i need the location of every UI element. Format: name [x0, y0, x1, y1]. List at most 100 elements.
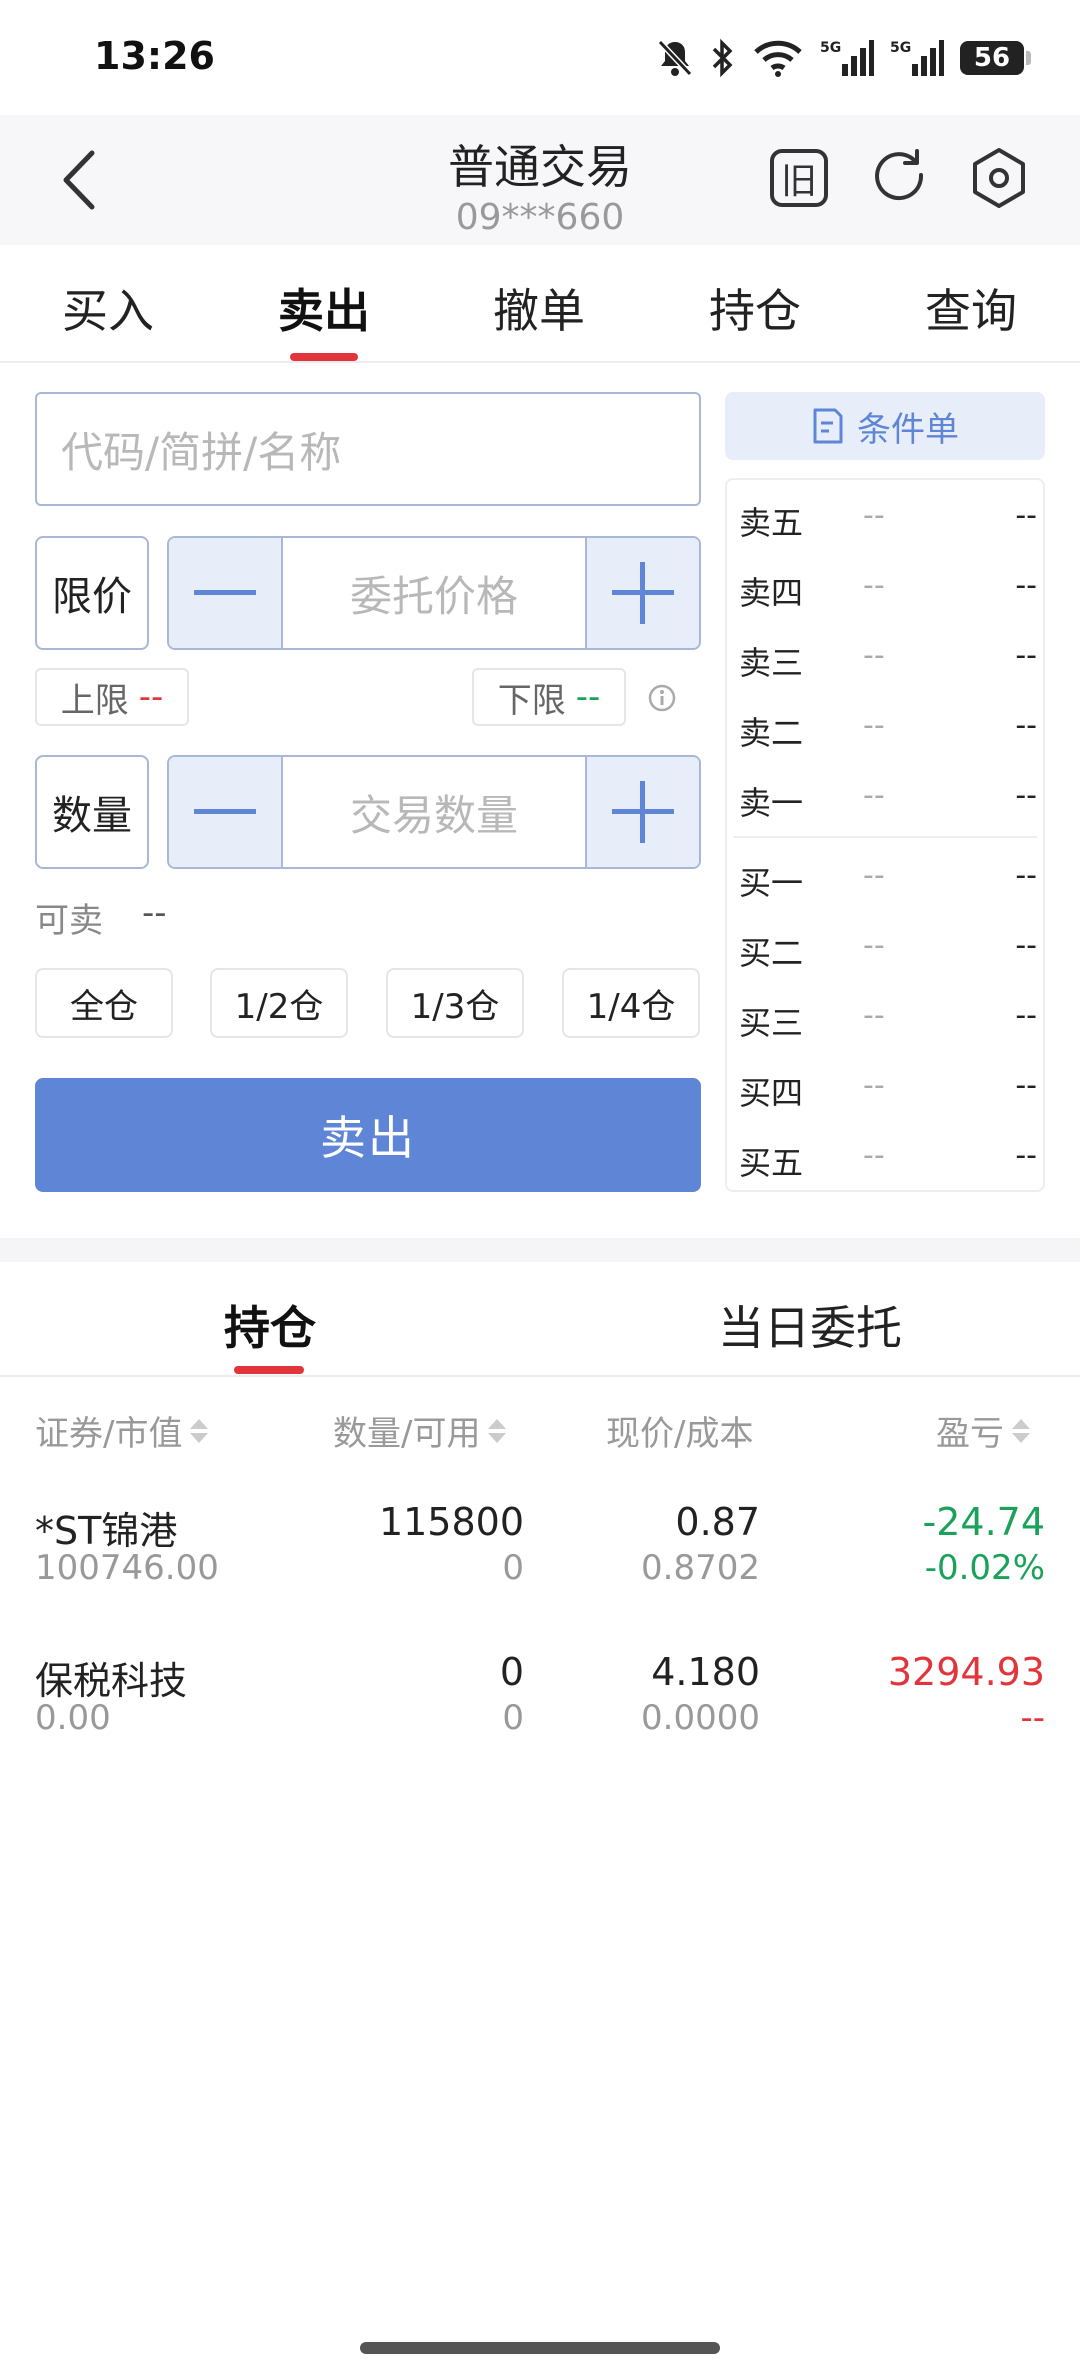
info-icon[interactable]: [647, 683, 677, 713]
settings-icon[interactable]: [966, 145, 1032, 211]
pnl-amount: -24.74: [922, 1500, 1046, 1544]
sort-icon: [488, 1418, 507, 1443]
bid-price: --: [863, 858, 885, 893]
header-security-value[interactable]: 证券/市值: [35, 1406, 209, 1455]
bid-row: 买四 -- --: [727, 1050, 1043, 1120]
search-placeholder: 代码/简拼/名称: [61, 427, 342, 477]
header-qty-label: 数量/可用: [333, 1414, 481, 1454]
ask-volume: --: [1015, 778, 1037, 813]
ask-volume: --: [1015, 638, 1037, 673]
ratio-half-button[interactable]: 1/2仓: [210, 968, 348, 1038]
home-indicator[interactable]: [360, 2342, 720, 2354]
ratio-quarter-button[interactable]: 1/4仓: [562, 968, 700, 1038]
ask-label: 卖四: [739, 574, 804, 612]
price-input[interactable]: 委托价格: [281, 538, 587, 648]
price-placeholder: 委托价格: [349, 571, 518, 621]
bid-row: 买一 -- --: [727, 840, 1043, 910]
pnl-percent: --: [1020, 1698, 1045, 1738]
header-price-cost: 现价/成本: [606, 1406, 753, 1455]
ask-label: 卖三: [739, 644, 804, 682]
price-type-select[interactable]: 限价: [35, 536, 149, 650]
bid-row: 买二 -- --: [727, 910, 1043, 980]
quantity: 0: [499, 1650, 524, 1694]
price-decrease-button[interactable]: [169, 538, 281, 648]
section-divider: [0, 1238, 1080, 1262]
stock-search-input[interactable]: 代码/简拼/名称: [35, 392, 701, 506]
price-increase-button[interactable]: [587, 538, 699, 648]
bell-off-icon: [657, 39, 693, 77]
bid-label: 买五: [739, 1144, 804, 1182]
cost-price: 0.0000: [641, 1698, 760, 1738]
tab-sell[interactable]: 卖出: [244, 275, 404, 341]
bid-row: 买三 -- --: [727, 980, 1043, 1050]
header-price-label: 现价/成本: [606, 1414, 754, 1454]
header-pnl[interactable]: 盈亏: [936, 1406, 1030, 1455]
lower-limit: 下限 --: [472, 668, 626, 726]
condition-order-label: 条件单: [857, 409, 959, 450]
bid-label: 买一: [739, 864, 804, 902]
positions-tab-indicator: [234, 1366, 304, 1374]
tab-holdings[interactable]: 持仓: [675, 275, 835, 341]
bid-price: --: [863, 1068, 885, 1103]
price-stepper: 委托价格: [167, 536, 701, 650]
positions-tab-divider: [0, 1375, 1080, 1377]
document-icon: [813, 408, 843, 444]
signal-5g-icon: 5G: [820, 40, 874, 76]
sell-submit-button[interactable]: 卖出: [35, 1078, 701, 1192]
bid-price: --: [863, 1138, 885, 1173]
table-row[interactable]: *ST锦港 100746.00 115800 0 0.87 0.8702 -24…: [0, 1480, 1080, 1610]
tab-cancel[interactable]: 撤单: [459, 275, 619, 341]
header-pnl-label: 盈亏: [936, 1414, 1004, 1454]
status-icons: 5G 5G 56: [656, 34, 1031, 82]
sort-icon: [190, 1418, 209, 1443]
ask-row: 卖四 -- --: [727, 550, 1043, 620]
refresh-icon[interactable]: [867, 145, 933, 211]
available-label: 可卖: [35, 901, 103, 941]
ask-row: 卖三 -- --: [727, 620, 1043, 690]
battery-icon: 56: [960, 41, 1031, 75]
lower-limit-label: 下限: [497, 680, 566, 721]
market-value: 0.00: [35, 1698, 111, 1738]
bluetooth-icon: [712, 38, 733, 78]
pnl-amount: 3294.93: [887, 1650, 1045, 1694]
ask-row: 卖二 -- --: [727, 690, 1043, 760]
upper-limit-label: 上限: [60, 680, 129, 721]
ratio-third-button[interactable]: 1/3仓: [386, 968, 524, 1038]
upper-limit: 上限 --: [35, 668, 189, 726]
table-row[interactable]: 保税科技 0.00 0 0 4.180 0.0000 3294.93 --: [0, 1630, 1080, 1760]
svg-text:5G: 5G: [890, 40, 911, 56]
ask-volume: --: [1015, 498, 1037, 533]
ratio-full-button[interactable]: 全仓: [35, 968, 173, 1038]
ask-price: --: [863, 638, 885, 673]
condition-order-button[interactable]: 条件单: [725, 392, 1045, 460]
tab-today-orders[interactable]: 当日委托: [718, 1292, 902, 1358]
status-bar: 13:26 5G 5G 56: [0, 0, 1080, 115]
bid-row: 买五 -- --: [727, 1120, 1043, 1190]
tab-positions[interactable]: 持仓: [224, 1292, 316, 1358]
quantity-input[interactable]: 交易数量: [281, 757, 587, 867]
bid-volume: --: [1015, 1068, 1037, 1103]
current-price: 4.180: [651, 1650, 760, 1694]
order-book-divider: [733, 836, 1037, 838]
old-version-button[interactable]: 旧: [766, 145, 832, 211]
signal-5g-icon: 5G: [890, 40, 944, 76]
order-book: 卖五 -- -- 卖四 -- -- 卖三 -- -- 卖二 -- -- 卖一 -…: [725, 478, 1045, 1192]
header: 普通交易 09***660 旧: [0, 115, 1080, 245]
quantity: 115800: [378, 1500, 524, 1544]
active-tab-indicator: [290, 353, 358, 361]
quantity-decrease-button[interactable]: [169, 757, 281, 867]
svg-text:5G: 5G: [820, 40, 841, 56]
bid-volume: --: [1015, 1138, 1037, 1173]
cost-price: 0.8702: [641, 1548, 760, 1588]
available-value: --: [142, 893, 167, 933]
quantity-increase-button[interactable]: [587, 757, 699, 867]
bid-volume: --: [1015, 928, 1037, 963]
header-qty-available[interactable]: 数量/可用: [333, 1406, 507, 1455]
bid-label: 买二: [739, 934, 804, 972]
pnl-percent: -0.02%: [924, 1548, 1045, 1588]
bid-volume: --: [1015, 998, 1037, 1033]
security-name: *ST锦港: [35, 1509, 178, 1553]
bid-label: 买四: [739, 1074, 804, 1112]
tab-buy[interactable]: 买入: [28, 275, 188, 341]
tab-query[interactable]: 查询: [891, 275, 1051, 341]
